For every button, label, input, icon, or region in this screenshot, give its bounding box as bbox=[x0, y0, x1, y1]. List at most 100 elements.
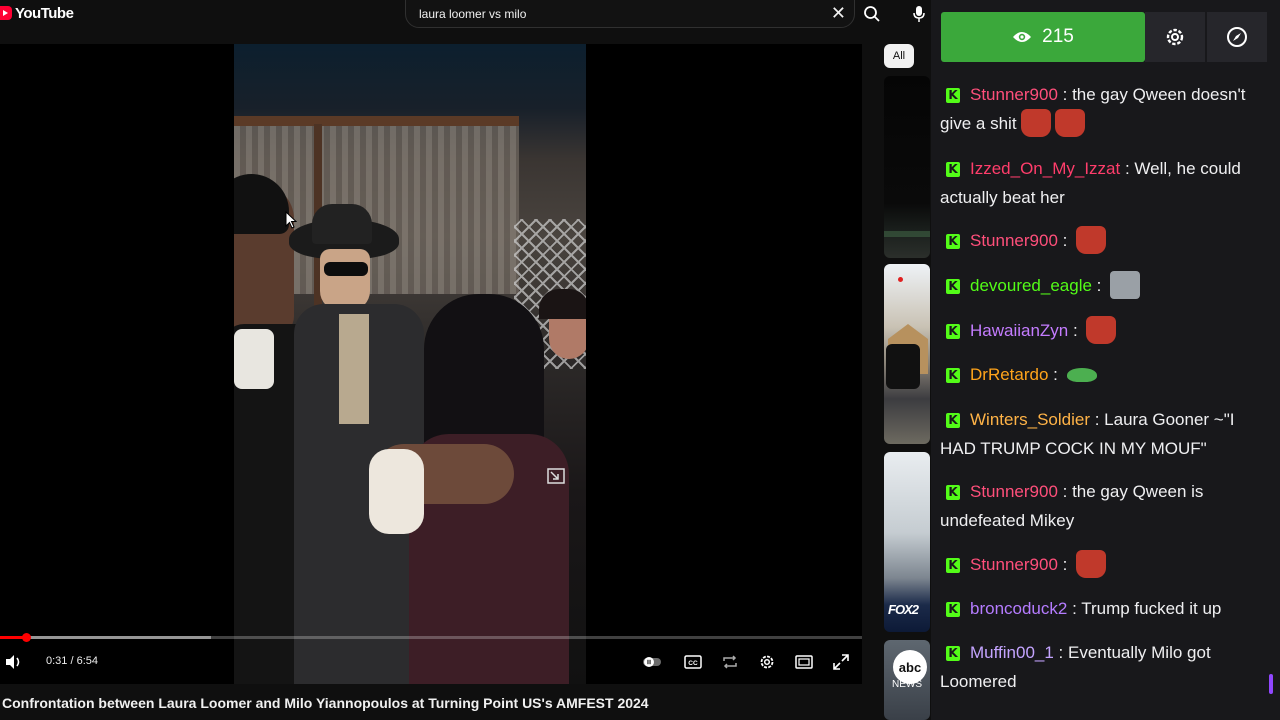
search-input[interactable]: laura loomer vs milo bbox=[419, 7, 526, 21]
chat-username[interactable]: Muffin00_1 bbox=[970, 643, 1054, 662]
chat-separator: : bbox=[1057, 555, 1073, 574]
clear-search-icon[interactable]: ✕ bbox=[831, 3, 846, 24]
loop-icon bbox=[723, 655, 737, 669]
settings-button[interactable] bbox=[757, 652, 777, 672]
chat-username[interactable]: HawaiianZyn bbox=[970, 321, 1068, 340]
chat-separator: : bbox=[1067, 599, 1082, 618]
fox-logo: FOX2 bbox=[888, 602, 919, 617]
gear-icon bbox=[1166, 28, 1184, 46]
autoplay-toggle-icon bbox=[643, 657, 661, 667]
kick-badge-icon: K bbox=[946, 279, 960, 294]
chat-message: K Stunner900 : bbox=[940, 226, 1260, 255]
kick-badge-icon: K bbox=[946, 558, 960, 573]
chat-message: K DrRetardo : bbox=[940, 360, 1260, 389]
kick-badge-icon: K bbox=[946, 602, 960, 617]
chat-username[interactable]: devoured_eagle bbox=[970, 276, 1092, 295]
mouse-cursor-icon bbox=[285, 211, 297, 229]
chat-separator: : bbox=[1057, 231, 1073, 250]
emote-icon bbox=[1086, 316, 1117, 344]
chat-username[interactable]: Stunner900 bbox=[970, 482, 1058, 501]
time-display: 0:31 / 6:54 bbox=[46, 655, 98, 667]
chat-separator: : bbox=[1057, 85, 1073, 104]
kick-badge-icon: K bbox=[946, 646, 960, 661]
news-label: NEWS bbox=[892, 679, 922, 690]
chat-message: K Stunner900 : the gay Qween is undefeate… bbox=[940, 477, 1260, 535]
chat-username[interactable]: Izzed_On_My_Izzat bbox=[970, 159, 1120, 178]
chat-text: Trump fucked it up bbox=[1081, 599, 1222, 618]
chat-separator: : bbox=[1057, 482, 1073, 501]
svg-text:CC: CC bbox=[688, 660, 698, 667]
fullscreen-button[interactable] bbox=[831, 652, 851, 672]
chat-username[interactable]: Winters_Soldier bbox=[970, 410, 1090, 429]
chat-settings-button[interactable] bbox=[1145, 12, 1205, 62]
kick-badge-icon: K bbox=[946, 234, 960, 249]
buffered-bar bbox=[0, 636, 212, 639]
chat-username[interactable]: broncoduck2 bbox=[970, 599, 1067, 618]
filter-chip-all[interactable]: All bbox=[884, 44, 914, 68]
chat-message: K Muffin00_1 : Eventually Milo got Loomer… bbox=[940, 638, 1260, 696]
viewer-count: 215 bbox=[1042, 26, 1074, 47]
picture-in-picture-icon[interactable] bbox=[547, 468, 565, 484]
volume-button[interactable] bbox=[4, 652, 24, 672]
chat-panel: 215 K Stunner900 : the gay Qween doesn't … bbox=[931, 0, 1280, 720]
car-shape bbox=[886, 344, 920, 389]
video-frame[interactable] bbox=[234, 44, 586, 684]
kick-badge-icon: K bbox=[946, 413, 960, 428]
kick-badge-icon: K bbox=[946, 88, 960, 103]
emote-icon bbox=[1066, 368, 1097, 382]
progress-bar[interactable] bbox=[0, 633, 862, 642]
emote-icon bbox=[1054, 109, 1085, 137]
microphone-icon bbox=[913, 6, 925, 22]
emote-icon bbox=[1076, 226, 1107, 254]
fullscreen-icon bbox=[833, 654, 849, 670]
search-icon bbox=[864, 6, 880, 22]
chat-username[interactable]: Stunner900 bbox=[970, 85, 1058, 104]
thumbnail-detail bbox=[884, 231, 930, 237]
live-dot-icon bbox=[898, 277, 903, 282]
scrubber-handle[interactable] bbox=[21, 633, 31, 642]
emote-icon bbox=[1076, 550, 1107, 578]
viewer-count-button[interactable]: 215 bbox=[941, 12, 1145, 62]
theater-mode-button[interactable] bbox=[794, 652, 814, 672]
kick-badge-icon: K bbox=[946, 485, 960, 500]
chat-separator: : bbox=[1091, 276, 1107, 295]
compass-icon bbox=[1227, 27, 1247, 47]
kick-badge-icon: K bbox=[946, 368, 960, 383]
chat-separator: : bbox=[1090, 410, 1105, 429]
autoplay-toggle[interactable] bbox=[642, 652, 662, 672]
chat-message: K Izzed_On_My_Izzat : Well, he could actu… bbox=[940, 154, 1260, 212]
chat-popout-button[interactable] bbox=[1207, 12, 1267, 62]
chat-scroll-indicator[interactable] bbox=[1269, 674, 1273, 694]
subtitles-button[interactable]: CC bbox=[682, 652, 704, 672]
chat-username[interactable]: Stunner900 bbox=[970, 231, 1058, 250]
related-video-thumbnail[interactable] bbox=[884, 76, 930, 258]
emote-icon bbox=[1020, 109, 1051, 137]
chat-separator: : bbox=[1048, 365, 1063, 384]
chat-message: Kdevoured_eagle : bbox=[940, 271, 1260, 300]
emote-icon bbox=[1110, 271, 1141, 299]
related-video-thumbnail[interactable] bbox=[884, 264, 930, 444]
search-button[interactable] bbox=[856, 0, 888, 28]
gear-icon bbox=[760, 655, 774, 669]
eye-icon bbox=[1013, 32, 1032, 42]
closed-captions-icon: CC bbox=[684, 655, 702, 669]
chat-message: K HawaiianZyn : bbox=[940, 316, 1260, 345]
chat-username[interactable]: Stunner900 bbox=[970, 555, 1058, 574]
kick-badge-icon: K bbox=[946, 162, 960, 177]
chat-message: K Stunner900 : bbox=[940, 550, 1260, 579]
volume-icon bbox=[6, 655, 20, 669]
chat-message: K Stunner900 : the gay Qween doesn't give… bbox=[940, 80, 1260, 138]
chat-separator: : bbox=[1068, 321, 1083, 340]
voice-search-button[interactable] bbox=[906, 0, 932, 28]
loop-button[interactable] bbox=[720, 652, 740, 672]
chat-message: Kbroncoduck2 : Trump fucked it up bbox=[940, 594, 1260, 623]
youtube-play-icon bbox=[0, 6, 12, 20]
chat-username[interactable]: DrRetardo bbox=[970, 365, 1048, 384]
theater-mode-icon bbox=[795, 655, 813, 669]
search-box[interactable]: laura loomer vs milo ✕ bbox=[405, 0, 855, 28]
video-title[interactable]: Confrontation between Laura Loomer and M… bbox=[2, 695, 649, 711]
youtube-logo[interactable]: YouTube bbox=[0, 3, 74, 23]
kick-badge-icon: K bbox=[946, 324, 960, 339]
chat-separator: : bbox=[1120, 159, 1135, 178]
chat-message: K Winters_Soldier : Laura Gooner ~"I HAD … bbox=[940, 405, 1260, 463]
